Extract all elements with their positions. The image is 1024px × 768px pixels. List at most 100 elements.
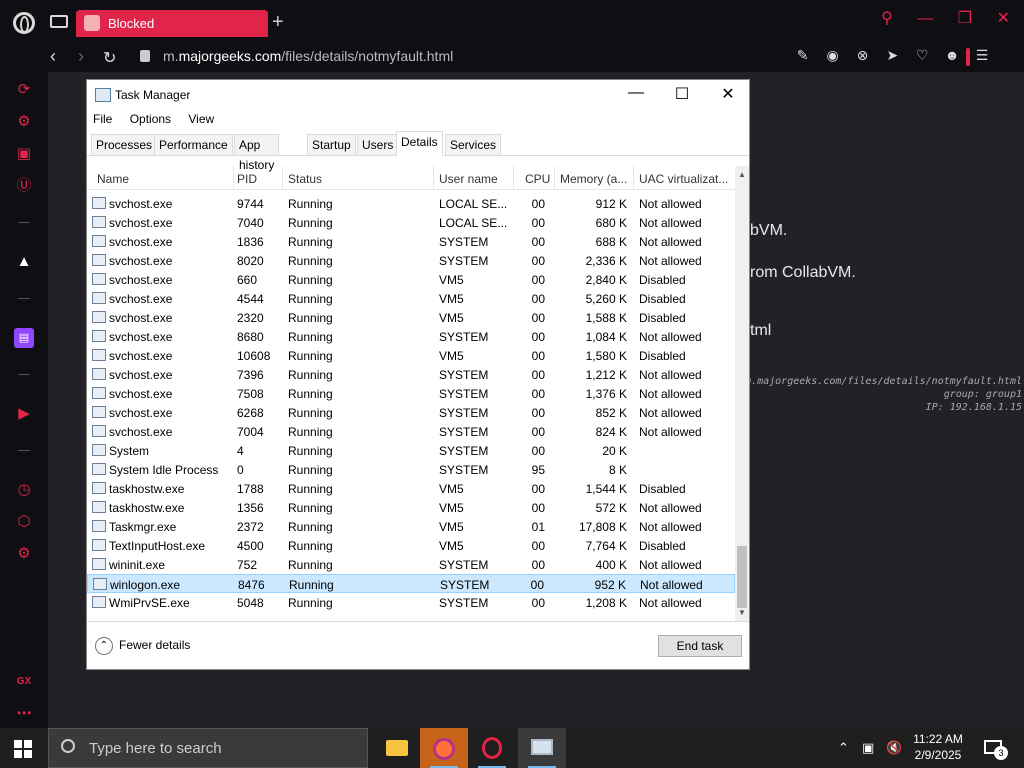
column-name[interactable]: Name	[97, 172, 129, 186]
minimize-button[interactable]: —	[613, 84, 659, 102]
table-row[interactable]: System 4 Running SYSTEM 00 20 K	[87, 441, 735, 460]
cell-memory: 912 K	[595, 197, 627, 211]
file-explorer-icon[interactable]	[372, 728, 420, 768]
table-row[interactable]: TextInputHost.exe 4500 Running VM5 00 7,764 K…	[87, 536, 735, 555]
table-row[interactable]: svchost.exe 6268 Running SYSTEM 00 852 K Not a…	[87, 403, 735, 422]
table-row[interactable]: taskhostw.exe 1356 Running VM5 00 572 K Not al…	[87, 498, 735, 517]
extensions-icon[interactable]: ⬡	[14, 512, 34, 532]
player-icon[interactable]: ▶	[14, 404, 34, 424]
firefox-icon[interactable]	[420, 728, 468, 768]
notification-icon[interactable]: 3	[984, 740, 1008, 760]
fewer-details-link[interactable]: ⌃ Fewer details	[95, 637, 190, 655]
windows-start-icon[interactable]	[14, 740, 32, 758]
table-row[interactable]: svchost.exe 8680 Running SYSTEM 00 1,084 K Not…	[87, 327, 735, 346]
close-icon[interactable]: ✕	[997, 8, 1010, 28]
tab-details[interactable]: Details	[396, 131, 443, 156]
scroll-down-icon[interactable]: ▼	[738, 608, 746, 617]
forward-icon[interactable]: ›	[78, 46, 84, 67]
url-field[interactable]: m.majorgeeks.com/files/details/notmyfaul…	[163, 48, 453, 64]
settings-icon[interactable]: ⚙	[14, 544, 34, 564]
chevron-up-icon[interactable]: ⌃	[838, 740, 849, 756]
tab-users[interactable]: Users	[357, 134, 399, 156]
column-separator[interactable]	[554, 166, 555, 190]
speed-dial-icon[interactable]: ⟳	[14, 80, 34, 100]
column-separator[interactable]	[433, 166, 434, 190]
tab-startup[interactable]: Startup	[307, 134, 356, 156]
table-row[interactable]: svchost.exe 8020 Running SYSTEM 00 2,336 K Not…	[87, 251, 735, 270]
profile-icon[interactable]: ☻	[944, 47, 960, 63]
aria-icon[interactable]: ▲	[14, 252, 34, 272]
column-cpu[interactable]: CPU	[525, 172, 550, 186]
column-status[interactable]: Status	[288, 172, 322, 186]
table-row[interactable]: svchost.exe 7040 Running LOCAL SE... 00 680 K…	[87, 213, 735, 232]
close-button[interactable]: ✕	[705, 84, 751, 104]
table-row[interactable]: Taskmgr.exe 2372 Running VM5 01 17,808 K Not a…	[87, 517, 735, 536]
menu-view[interactable]: View	[188, 112, 214, 126]
table-row[interactable]: svchost.exe 7004 Running SYSTEM 00 824 K Not a…	[87, 422, 735, 441]
reload-icon[interactable]: ↻	[103, 48, 116, 68]
column-memory[interactable]: Memory (a...	[560, 172, 627, 186]
gx-corner-icon[interactable]: ▣	[14, 144, 34, 164]
table-row[interactable]: WmiPrvSE.exe 5048 Running SYSTEM 00 1,208 K No…	[87, 593, 735, 612]
new-tab-icon[interactable]: +	[272, 12, 284, 32]
network-icon[interactable]: ▣	[862, 740, 874, 756]
column-separator[interactable]	[282, 166, 283, 190]
gx-control-icon[interactable]: ⚙	[14, 112, 34, 132]
tab-switcher-icon[interactable]	[50, 15, 68, 28]
history-icon[interactable]: ◷	[14, 480, 34, 500]
table-row[interactable]: svchost.exe 9744 Running LOCAL SE... 00 912 K…	[87, 194, 735, 213]
scroll-up-icon[interactable]: ▲	[738, 170, 746, 179]
table-row[interactable]: svchost.exe 1836 Running SYSTEM 00 688 K Not a…	[87, 232, 735, 251]
search-tabs-icon[interactable]: ⚲	[881, 8, 893, 28]
menu-options[interactable]: Options	[130, 112, 171, 126]
table-row[interactable]: svchost.exe 10608 Running VM5 00 1,580 K Disab…	[87, 346, 735, 365]
cell-name: wininit.exe	[109, 558, 166, 572]
easy-setup-icon[interactable]: ☰	[974, 47, 990, 64]
opera-logo-icon[interactable]	[13, 12, 35, 34]
restore-icon[interactable]: ❐	[958, 8, 972, 28]
table-row[interactable]: svchost.exe 2320 Running VM5 00 1,588 K Disabl…	[87, 308, 735, 327]
column-separator[interactable]	[513, 166, 514, 190]
maximize-button[interactable]: ☐	[659, 84, 705, 104]
opera-gx-icon[interactable]	[468, 728, 516, 768]
more-icon[interactable]: ⋯	[14, 704, 34, 724]
browser-tab[interactable]: Blocked	[76, 10, 268, 37]
cell-status: Running	[288, 330, 333, 344]
tab-processes[interactable]: Processes	[91, 134, 158, 156]
edit-icon[interactable]: ✎	[795, 47, 811, 64]
minimize-icon[interactable]: —	[917, 10, 933, 28]
tab-app-history[interactable]: App history	[234, 134, 280, 172]
column-pid[interactable]: PID	[237, 172, 257, 186]
heart-icon[interactable]: ♡	[914, 47, 930, 64]
block-icon[interactable]: ⊗	[854, 47, 870, 64]
majorgeeks-icon[interactable]: Ⓤ	[14, 176, 34, 196]
camera-icon[interactable]: ◉	[825, 47, 841, 64]
scrollbar-thumb[interactable]	[737, 546, 747, 608]
table-row[interactable]: svchost.exe 7396 Running SYSTEM 00 1,212 K Not…	[87, 365, 735, 384]
end-task-button[interactable]: End task	[658, 635, 742, 657]
table-row[interactable]: System Idle Process 0 Running SYSTEM 95 8 K	[87, 460, 735, 479]
taskbar-search-box[interactable]: Type here to search	[48, 728, 368, 768]
send-icon[interactable]: ➤	[884, 47, 900, 64]
table-row[interactable]: taskhostw.exe 1788 Running VM5 00 1,544 K Disa…	[87, 479, 735, 498]
twitch-icon[interactable]: ▤	[14, 328, 34, 348]
cell-memory: 5,260 K	[585, 292, 627, 306]
column-separator[interactable]	[233, 166, 234, 190]
column-separator[interactable]	[633, 166, 634, 190]
table-row[interactable]: winlogon.exe 8476 Running SYSTEM 00 952 K Not …	[87, 574, 735, 593]
back-icon[interactable]: ‹	[50, 46, 56, 67]
gx-label[interactable]: GX	[14, 672, 34, 692]
column-user-name[interactable]: User name	[439, 172, 498, 186]
table-row[interactable]: svchost.exe 7508 Running SYSTEM 00 1,376 K Not…	[87, 384, 735, 403]
vertical-scrollbar[interactable]: ▲ ▼	[735, 166, 749, 621]
taskbar-clock[interactable]: 11:22 AM 2/9/2025	[906, 731, 970, 763]
volume-muted-icon[interactable]: 🔇	[886, 740, 902, 756]
menu-file[interactable]: File	[93, 112, 112, 126]
tab-performance[interactable]: Performance	[154, 134, 233, 156]
table-row[interactable]: wininit.exe 752 Running SYSTEM 00 400 K Not al…	[87, 555, 735, 574]
task-manager-taskbar-icon[interactable]	[518, 728, 566, 768]
column-uac[interactable]: UAC virtualizat...	[639, 172, 728, 186]
tab-services[interactable]: Services	[445, 134, 502, 156]
table-row[interactable]: svchost.exe 660 Running VM5 00 2,840 K Disable…	[87, 270, 735, 289]
table-row[interactable]: svchost.exe 4544 Running VM5 00 5,260 K Disabl…	[87, 289, 735, 308]
